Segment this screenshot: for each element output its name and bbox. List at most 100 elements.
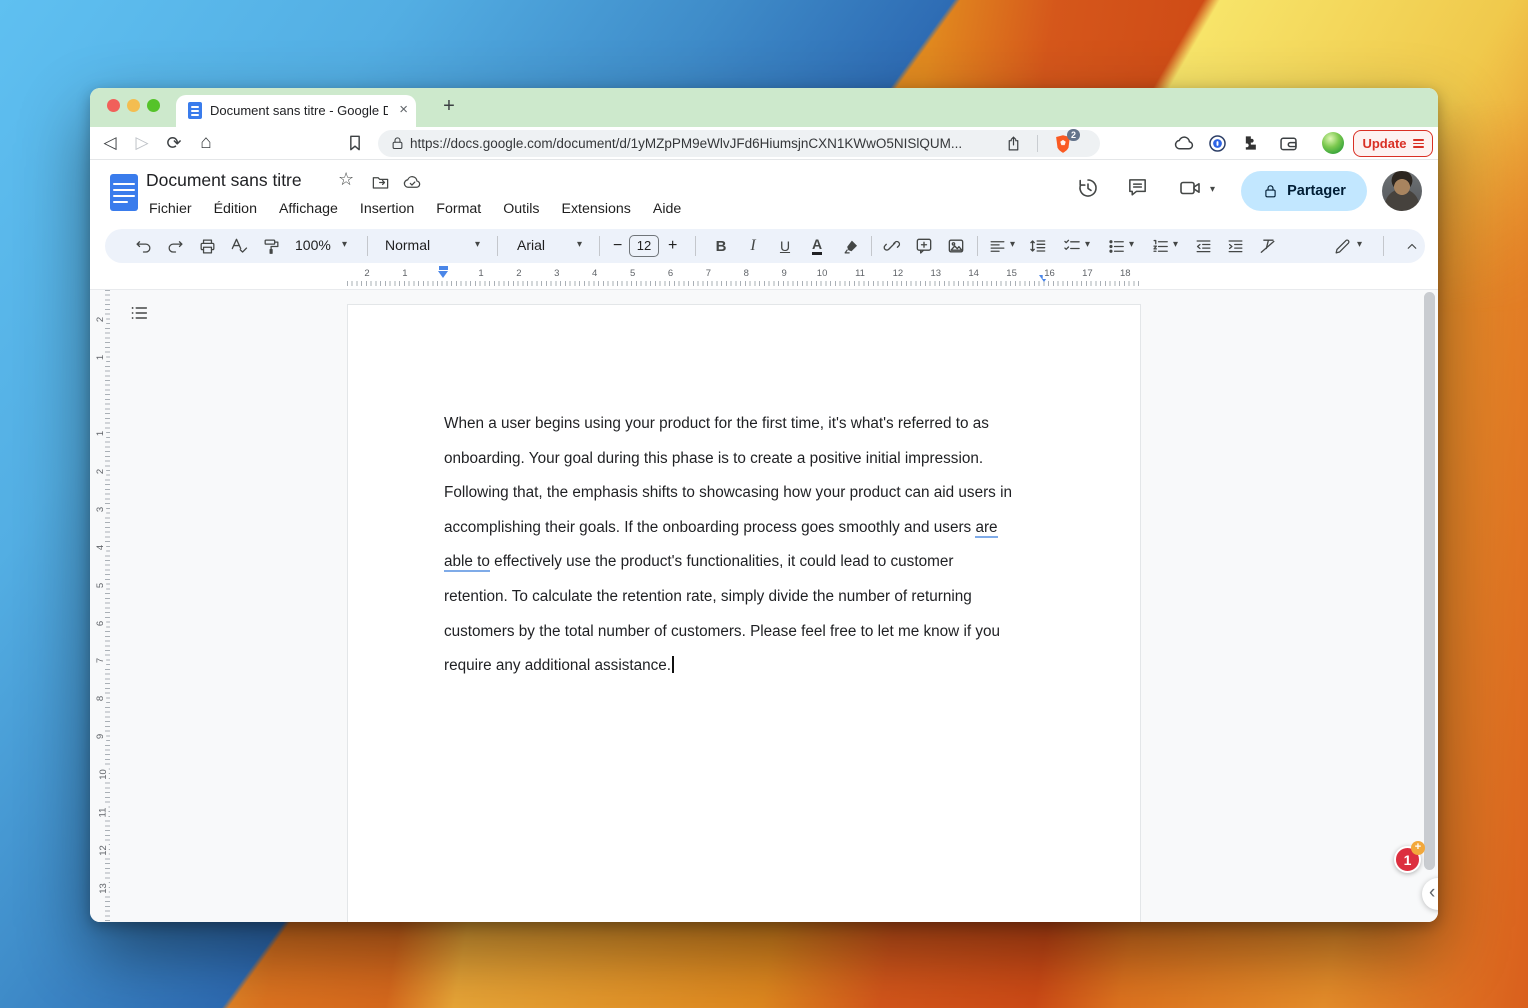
paragraph-style-select[interactable]: Normal xyxy=(385,237,430,253)
brave-shield-icon[interactable]: 2 xyxy=(1052,133,1074,155)
horizontal-ruler-row: 21123456789101112131415161718 xyxy=(90,265,1438,290)
spellcheck-icon[interactable] xyxy=(229,236,249,256)
vertical-scrollbar[interactable] xyxy=(1424,292,1435,870)
home-icon[interactable]: ⌂ xyxy=(194,130,218,156)
numbered-caret-icon[interactable]: ▾ xyxy=(1173,239,1178,250)
ruler-number: 1 xyxy=(400,268,409,279)
extension-avatar-icon[interactable] xyxy=(1322,132,1344,154)
wallet-icon[interactable] xyxy=(1278,133,1299,154)
menu-insertion[interactable]: Insertion xyxy=(349,198,425,220)
menu-fichier[interactable]: Fichier xyxy=(138,198,203,220)
align-icon[interactable] xyxy=(987,236,1007,256)
vertical-ruler[interactable]: 2112345678910111213 xyxy=(96,290,111,922)
cloud-saved-icon[interactable] xyxy=(403,173,422,192)
left-indent-marker[interactable] xyxy=(438,266,448,278)
clear-formatting-icon[interactable] xyxy=(1258,236,1278,256)
insert-image-icon[interactable] xyxy=(946,236,966,256)
zoom-caret-icon[interactable]: ▾ xyxy=(342,239,347,250)
paint-format-icon[interactable] xyxy=(261,236,281,256)
collapse-toolbar-icon[interactable] xyxy=(1402,236,1422,256)
document-outline-icon[interactable] xyxy=(128,302,150,324)
sync-cloud-icon[interactable] xyxy=(1174,133,1195,154)
menu-aide[interactable]: Aide xyxy=(642,198,692,220)
text-line: customers by the total number of custome… xyxy=(444,615,1052,650)
document-title[interactable]: Document sans titre xyxy=(146,170,302,191)
ruler-number: 13 xyxy=(98,881,109,896)
ruler-number: 9 xyxy=(95,732,106,741)
videocam-caret-icon[interactable]: ▾ xyxy=(1210,184,1215,195)
document-page[interactable]: When a user begins using your product fo… xyxy=(347,304,1141,922)
ruler-number: 7 xyxy=(704,268,713,279)
close-tab-icon[interactable]: × xyxy=(399,101,408,118)
style-caret-icon[interactable]: ▾ xyxy=(475,239,480,250)
numbered-list-icon[interactable] xyxy=(1150,236,1170,256)
text-line: able to effectively use the product's fu… xyxy=(444,545,1052,580)
extensions-puzzle-icon[interactable] xyxy=(1240,133,1260,153)
new-tab-button[interactable]: + xyxy=(436,94,462,120)
menu-affichage[interactable]: Affichage xyxy=(268,198,349,220)
align-caret-icon[interactable]: ▾ xyxy=(1010,239,1015,250)
font-select[interactable]: Arial xyxy=(517,237,545,253)
update-button[interactable]: Update xyxy=(1353,130,1433,157)
line-spacing-icon[interactable] xyxy=(1028,236,1048,256)
redo-icon[interactable] xyxy=(165,236,185,256)
share-icon[interactable] xyxy=(1005,135,1022,152)
ruler-number: 14 xyxy=(966,268,981,279)
move-folder-icon[interactable] xyxy=(371,173,390,192)
highlight-color-icon[interactable] xyxy=(841,236,861,256)
bookmark-icon[interactable] xyxy=(345,133,365,153)
bulleted-caret-icon[interactable]: ▾ xyxy=(1129,239,1134,250)
editing-mode-caret-icon[interactable]: ▾ xyxy=(1357,239,1362,250)
undo-icon[interactable] xyxy=(133,236,153,256)
print-icon[interactable] xyxy=(197,236,217,256)
menu-format[interactable]: Format xyxy=(425,198,492,220)
font-caret-icon[interactable]: ▾ xyxy=(577,239,582,250)
forward-icon[interactable]: ▷ xyxy=(130,130,154,156)
bulleted-list-icon[interactable] xyxy=(1106,236,1126,256)
zoom-select[interactable]: 100% xyxy=(295,237,331,253)
document-text[interactable]: When a user begins using your product fo… xyxy=(444,407,1052,684)
version-history-icon[interactable] xyxy=(1076,176,1100,200)
close-window-button[interactable] xyxy=(107,99,120,112)
ruler-number: 5 xyxy=(628,268,637,279)
font-size-input[interactable]: 12 xyxy=(629,235,659,257)
menu-edition[interactable]: Édition xyxy=(203,198,268,220)
bold-icon[interactable]: B xyxy=(711,236,731,256)
menu-outils[interactable]: Outils xyxy=(492,198,550,220)
italic-icon[interactable]: I xyxy=(743,236,763,256)
onepassword-icon[interactable] xyxy=(1207,133,1228,154)
minimize-window-button[interactable] xyxy=(127,99,140,112)
text-line: onboarding. Your goal during this phase … xyxy=(444,442,1052,477)
notification-badge[interactable]: 1 + xyxy=(1394,846,1421,873)
account-avatar[interactable] xyxy=(1382,171,1422,211)
underline-icon[interactable]: U xyxy=(775,236,795,256)
increase-indent-icon[interactable] xyxy=(1225,236,1245,256)
ruler-number: 6 xyxy=(666,268,675,279)
zoom-window-button[interactable] xyxy=(147,99,160,112)
star-icon[interactable]: ☆ xyxy=(338,169,354,190)
address-bar[interactable]: https://docs.google.com/document/d/1yMZp… xyxy=(378,130,1100,157)
share-button[interactable]: Partager xyxy=(1241,171,1367,211)
comments-icon[interactable] xyxy=(1126,176,1149,199)
insert-link-icon[interactable] xyxy=(882,236,902,256)
horizontal-ruler[interactable]: 21123456789101112131415161718 xyxy=(347,265,1141,290)
ruler-number: 12 xyxy=(891,268,906,279)
ruler-number: 8 xyxy=(742,268,751,279)
reload-icon[interactable]: ⟳ xyxy=(162,130,186,156)
checklist-icon[interactable] xyxy=(1062,236,1082,256)
meet-videocam-icon[interactable] xyxy=(1178,176,1202,200)
increase-font-icon[interactable]: + xyxy=(668,237,677,255)
badge-count: 1 xyxy=(1404,852,1412,868)
decrease-font-icon[interactable]: − xyxy=(613,237,622,255)
back-icon[interactable]: ◁ xyxy=(98,130,122,156)
ruler-number: 8 xyxy=(95,694,106,703)
browser-tab[interactable]: Document sans titre - Google D × xyxy=(176,95,416,127)
google-docs-logo[interactable] xyxy=(110,174,138,211)
menu-extensions[interactable]: Extensions xyxy=(551,198,642,220)
checklist-caret-icon[interactable]: ▾ xyxy=(1085,239,1090,250)
add-comment-icon[interactable] xyxy=(914,236,934,256)
decrease-indent-icon[interactable] xyxy=(1193,236,1213,256)
text-color-icon[interactable]: A xyxy=(807,236,827,256)
browser-toolbar: ◁ ▷ ⟳ ⌂ https://docs.google.com/document… xyxy=(90,127,1438,160)
editing-mode-pen-icon[interactable] xyxy=(1332,236,1352,256)
